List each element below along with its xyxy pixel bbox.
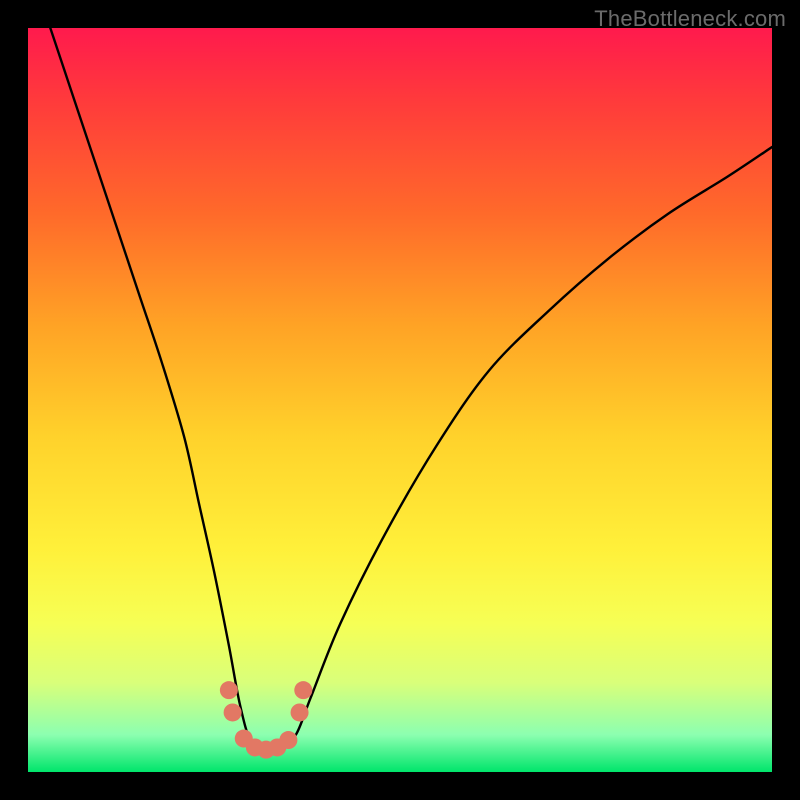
curve-marker — [220, 681, 238, 699]
chart-plot-area — [28, 28, 772, 772]
chart-svg — [28, 28, 772, 772]
curve-markers — [220, 681, 312, 759]
curve-marker — [291, 703, 309, 721]
watermark-text: TheBottleneck.com — [594, 6, 786, 32]
curve-marker — [224, 703, 242, 721]
curve-marker — [294, 681, 312, 699]
bottleneck-curve — [50, 28, 772, 750]
curve-marker — [279, 731, 297, 749]
